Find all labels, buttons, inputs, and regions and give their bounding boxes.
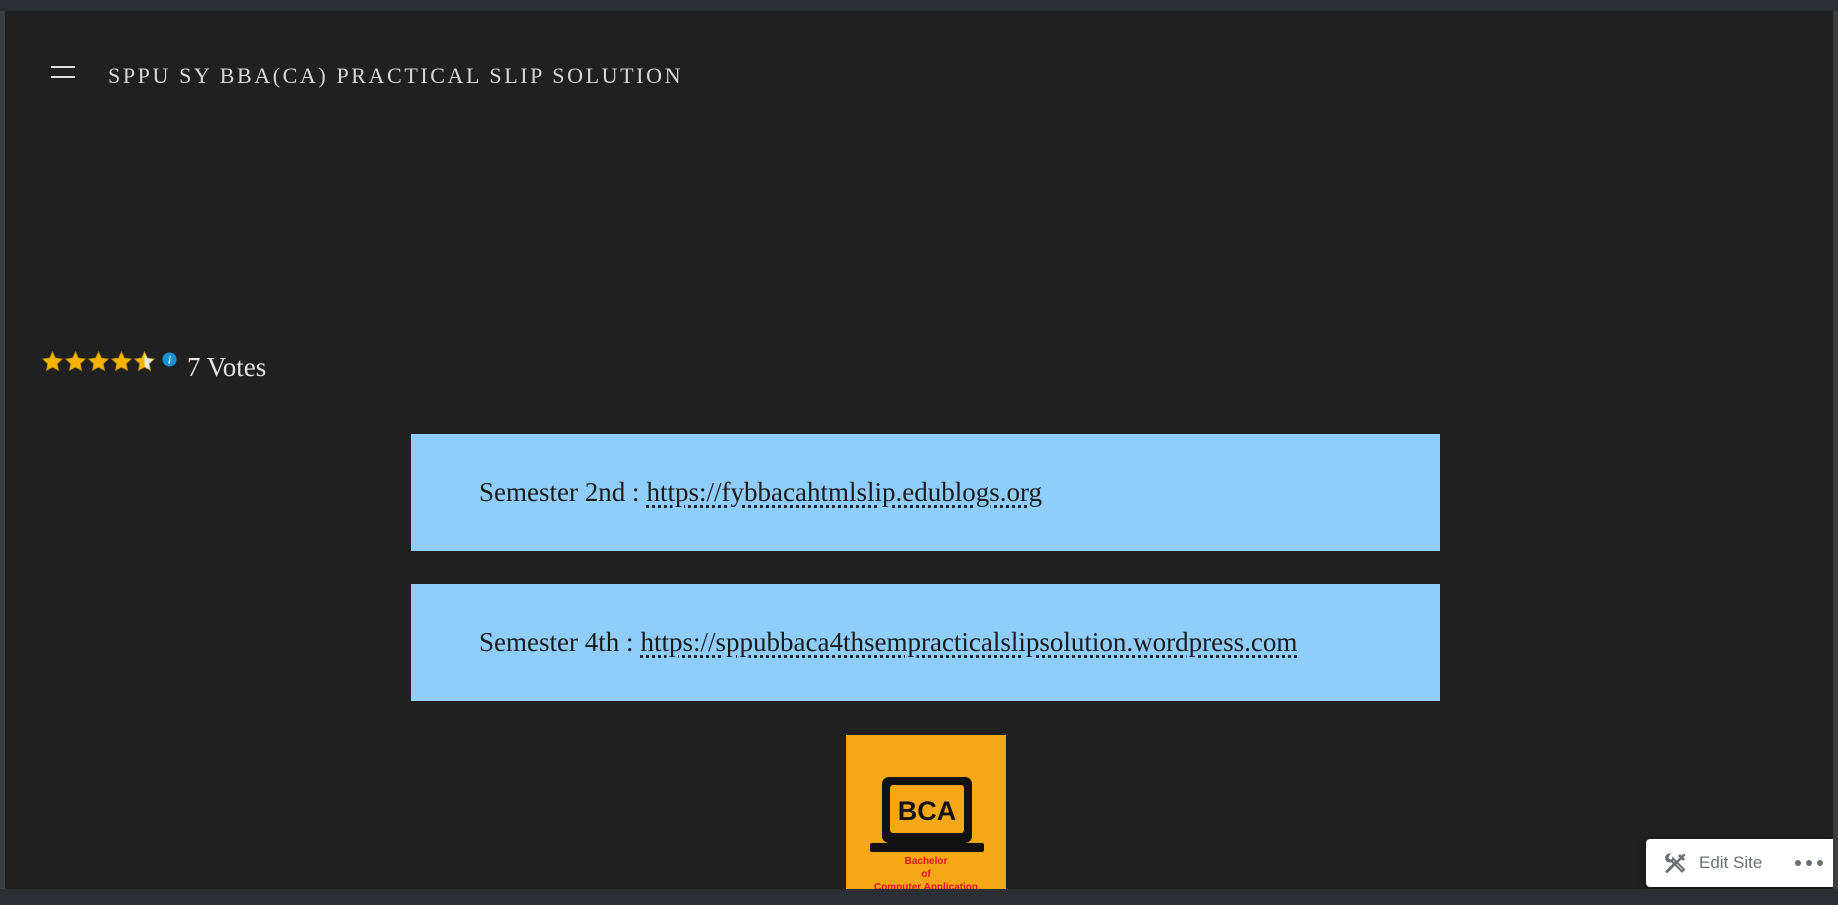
votes-count: 7 Votes [187, 352, 267, 382]
semester-2nd-label: Semester 2nd : [479, 477, 640, 507]
more-horizontal-icon [1795, 860, 1824, 866]
post-rating: i 7 Votes [41, 340, 266, 383]
star-icon[interactable] [110, 350, 133, 373]
logo-badge-text: BCA [898, 796, 957, 826]
logo-caption-line: Bachelor [904, 856, 948, 867]
hamburger-menu-icon [51, 66, 75, 78]
admin-action-bar: Edit Site [1646, 839, 1833, 887]
edit-site-label: Edit Site [1699, 853, 1763, 872]
laptop-icon: BCA [870, 777, 984, 852]
edit-site-button[interactable]: Edit Site [1664, 851, 1762, 875]
svg-text:i: i [168, 355, 171, 366]
half-star-icon[interactable] [133, 350, 156, 373]
site-page: SPPU SY BBA(CA) PRACTICAL SLIP SOLUTION [5, 11, 1833, 889]
semester-4th-link[interactable]: https://sppubbaca4thsempracticalslipsolu… [640, 627, 1297, 658]
star-icon[interactable] [41, 350, 64, 373]
bca-logo-image: BCA Bachelor of Computer Application [846, 735, 1006, 889]
menu-toggle-button[interactable] [45, 55, 81, 89]
tools-icon [1665, 853, 1686, 873]
site-header: SPPU SY BBA(CA) PRACTICAL SLIP SOLUTION [5, 11, 1833, 121]
logo-caption-line: of [921, 869, 931, 880]
semester-2nd-link[interactable]: https://fybbacahtmlslip.edublogs.org [646, 477, 1041, 508]
browser-top-edge [0, 0, 1838, 11]
browser-bottom-edge [0, 889, 1838, 905]
star-icon[interactable] [64, 350, 87, 373]
star-icon[interactable] [87, 350, 110, 373]
semester-4th-box: Semester 4th : https://sppubbaca4thsempr… [411, 584, 1440, 701]
semester-4th-label: Semester 4th : [479, 627, 634, 657]
info-icon[interactable]: i [162, 352, 177, 367]
logo-caption-line: Computer Application [873, 882, 979, 889]
logo-caption: Bachelor of Computer Application [846, 855, 1006, 889]
more-options-button[interactable] [1794, 853, 1824, 873]
site-title[interactable]: SPPU SY BBA(CA) PRACTICAL SLIP SOLUTION [108, 63, 683, 89]
semester-2nd-box: Semester 2nd : https://fybbacahtmlslip.e… [411, 434, 1440, 551]
rating-stars[interactable] [41, 350, 156, 373]
